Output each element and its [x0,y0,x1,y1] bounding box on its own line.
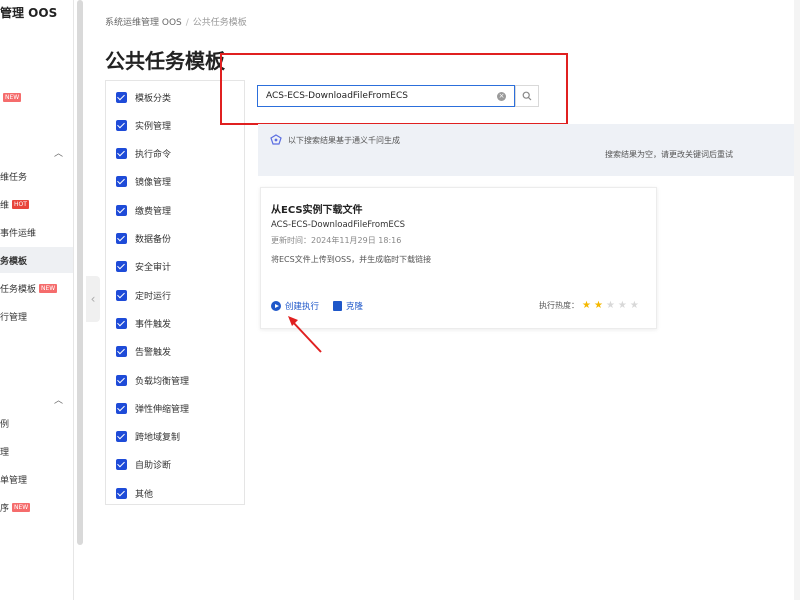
category-checkbox-0[interactable]: 模板分类 [116,89,171,105]
sidebar-item-7[interactable]: 例 [0,410,73,436]
star-icon: ★ [617,300,627,311]
checkbox-checked-icon[interactable] [116,91,127,103]
checkbox-checked-icon[interactable] [116,233,127,244]
annotation-highlight-box [220,53,568,125]
new-badge: NEW [39,283,58,293]
checkbox-checked-icon[interactable] [116,148,127,160]
sidebar-item-2[interactable]: 维 HOT [0,191,73,217]
chevron-left-icon: ‹ [90,292,96,306]
ai-result-banner: 以下搜索结果基于通义千问生成 搜索结果为空，请更改关键词后重试 [258,124,800,176]
category-checkbox-10[interactable]: 负载均衡管理 [116,372,189,388]
category-checkbox-11[interactable]: 弹性伸缩管理 [116,400,189,416]
sidebar-item-9[interactable]: 单管理 [0,466,73,492]
template-code: ACS-ECS-DownloadFileFromECS [271,220,406,230]
template-updated-time: 更新时间：2024年11月29日 18:16 [271,236,402,245]
category-checkbox-12[interactable]: 跨地域复制 [116,429,180,445]
sidebar-item-0[interactable]: NEW [0,84,73,110]
category-checkbox-2[interactable]: 执行命令 [116,146,171,162]
star-icon: ★ [605,300,615,311]
category-label: 其他 [135,489,154,500]
checkbox-checked-icon[interactable] [116,289,127,301]
category-checkbox-4[interactable]: 缴费管理 [116,202,171,218]
sidebar-item-8[interactable]: 理 [0,438,73,464]
star-icon: ★ [629,300,639,311]
chevron-up-icon[interactable]: ︿ [54,393,63,406]
category-label: 负载均衡管理 [135,376,190,387]
category-label: 安全审计 [135,263,172,274]
category-label: 缴费管理 [135,206,172,217]
category-label: 告警触发 [135,348,172,359]
category-label: 镜像管理 [135,178,172,189]
create-execution-button[interactable]: 创建执行 [271,300,319,312]
checkbox-checked-icon[interactable] [116,487,127,499]
category-checkbox-1[interactable]: 实例管理 [116,117,171,133]
checkbox-checked-icon[interactable] [116,119,127,131]
sidebar-item-3[interactable]: 事件运维 [0,219,73,245]
sidebar-item-4[interactable]: 务模板 [0,247,73,273]
play-icon [271,301,281,311]
category-checkbox-9[interactable]: 告警触发 [116,344,171,360]
breadcrumb-current: 公共任务模板 [192,18,247,28]
new-badge: NEW [3,92,22,102]
empty-result-text: 搜索结果为空，请更改关键词后重试 [605,150,733,159]
category-filter-panel: 模板分类实例管理执行命令镜像管理缴费管理数据备份安全审计定时运行事件触发告警触发… [105,80,245,505]
hot-badge: HOT [12,199,29,209]
app-root: 管理 OOS NEW ︿ 维任务 维 HOT 事件运维 务模板 任务模板 NEW… [0,0,800,600]
checkbox-checked-icon[interactable] [116,402,127,414]
template-card[interactable]: 从ECS实例下载文件 ACS-ECS-DownloadFileFromECS 更… [260,187,657,329]
clone-icon [333,301,342,311]
category-checkbox-6[interactable]: 安全审计 [116,259,171,275]
category-label: 定时运行 [135,291,172,302]
category-label: 跨地域复制 [135,433,181,444]
category-checkbox-3[interactable]: 镜像管理 [116,174,171,190]
category-label: 自助诊断 [135,461,172,472]
sidebar-title: 管理 OOS [0,6,58,20]
sidebar-item-6[interactable]: 行管理 [0,303,73,329]
sidebar-item-5[interactable]: 任务模板 NEW [0,275,73,301]
clone-button[interactable]: 克隆 [333,300,363,312]
checkbox-checked-icon[interactable] [116,346,127,358]
main-scrollbar[interactable] [794,0,800,600]
breadcrumb-root[interactable]: 系统运维管理 OOS [105,18,182,28]
category-label: 模板分类 [135,93,172,104]
chevron-up-icon[interactable]: ︿ [54,146,63,159]
category-checkbox-7[interactable]: 定时运行 [116,287,171,303]
ai-banner-text: 以下搜索结果基于通义千问生成 [288,136,400,145]
sidebar: 管理 OOS NEW ︿ 维任务 维 HOT 事件运维 务模板 任务模板 NEW… [0,0,74,600]
checkbox-checked-icon[interactable] [116,374,127,386]
annotation-arrow [288,316,322,353]
breadcrumb: 系统运维管理 OOS / 公共任务模板 [105,18,247,28]
page-title: 公共任务模板 [105,49,225,73]
star-icon: ★ [593,300,603,311]
category-label: 事件触发 [135,319,172,330]
sidebar-scrollbar[interactable] [77,0,83,545]
checkbox-checked-icon[interactable] [116,459,127,471]
collapse-sidebar-handle[interactable]: ‹ [86,276,100,322]
checkbox-checked-icon[interactable] [116,204,127,216]
checkbox-checked-icon[interactable] [116,317,127,329]
category-label: 弹性伸缩管理 [135,404,190,415]
checkbox-checked-icon[interactable] [116,431,127,443]
category-checkbox-13[interactable]: 自助诊断 [116,457,171,473]
checkbox-checked-icon[interactable] [116,261,127,273]
execution-heat: 执行热度： ★ ★ ★ ★ ★ [539,300,639,311]
tongyi-ai-icon [270,134,282,145]
template-title: 从ECS实例下载文件 [271,205,363,216]
star-icon: ★ [582,300,591,311]
category-label: 实例管理 [135,121,172,132]
new-badge: NEW [12,502,31,512]
category-label: 数据备份 [135,235,172,245]
category-checkbox-8[interactable]: 事件触发 [116,315,171,331]
category-checkbox-14[interactable]: 其他 [116,485,153,501]
sidebar-item-1[interactable]: 维任务 [0,163,73,189]
category-label: 执行命令 [135,150,172,161]
checkbox-checked-icon[interactable] [116,176,127,188]
category-checkbox-5[interactable]: 数据备份 [116,231,171,247]
template-description: 将ECS文件上传到OSS，并生成临时下载链接 [271,255,432,264]
sidebar-item-10[interactable]: 序 NEW [0,494,73,520]
